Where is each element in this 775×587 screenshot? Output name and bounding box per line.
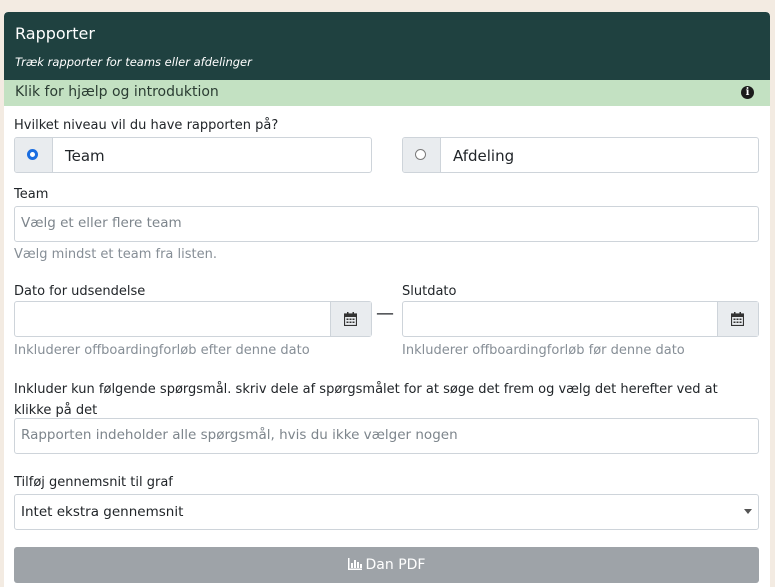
panel-header: Rapporter Træk rapporter for teams eller… <box>4 12 770 80</box>
help-toggle[interactable]: Klik for hjælp og introduktion i <box>4 80 770 106</box>
chevron-down-icon <box>744 509 752 514</box>
start-date-label: Dato for udsendelse <box>14 284 146 299</box>
radio-addon <box>403 138 441 172</box>
calendar-icon <box>344 312 357 326</box>
create-pdf-label: Dan PDF <box>365 557 426 573</box>
date-separator: — <box>376 303 394 324</box>
team-select-input[interactable]: Vælg et eller flere team <box>14 206 759 242</box>
average-selected: Intet ekstra gennemsnit <box>21 504 184 520</box>
average-select[interactable]: Intet ekstra gennemsnit <box>14 494 759 530</box>
average-label: Tilføj gennemsnit til graf <box>14 475 173 490</box>
radio-team[interactable]: Team <box>14 137 372 173</box>
calendar-icon <box>731 312 744 326</box>
page-title: Rapporter <box>15 24 95 43</box>
end-date-label: Slutdato <box>402 284 457 299</box>
radio-team-input[interactable] <box>27 149 38 160</box>
radio-addon <box>15 138 53 172</box>
radio-team-label: Team <box>65 147 105 165</box>
questions-placeholder: Rapporten indeholder alle spørgsmål, hvi… <box>21 427 458 443</box>
level-question: Hvilket niveau vil du have rapporten på? <box>14 118 279 133</box>
questions-label: Inkluder kun følgende spørgsmål. skriv d… <box>14 382 718 418</box>
create-pdf-button[interactable]: Dan PDF <box>14 547 759 583</box>
radio-afdeling-label: Afdeling <box>453 147 515 165</box>
questions-input[interactable]: Rapporten indeholder alle spørgsmål, hvi… <box>14 418 759 454</box>
end-date-hint: Inkluderer offboardingforløb før denne d… <box>402 343 685 358</box>
team-placeholder: Vælg et eller flere team <box>21 215 182 231</box>
end-date-input[interactable] <box>402 301 759 337</box>
team-hint: Vælg mindst et team fra listen. <box>14 247 217 262</box>
info-icon[interactable]: i <box>741 86 754 99</box>
start-date-calendar-button[interactable] <box>330 302 371 336</box>
radio-afdeling[interactable]: Afdeling <box>402 137 759 173</box>
help-label: Klik for hjælp og introduktion <box>15 84 219 100</box>
start-date-input[interactable] <box>14 301 372 337</box>
end-date-calendar-button[interactable] <box>717 302 758 336</box>
page-subtitle: Træk rapporter for teams eller afdelinge… <box>15 55 252 69</box>
team-label: Team <box>14 187 49 202</box>
radio-afdeling-input[interactable] <box>415 149 426 160</box>
start-date-hint: Inkluderer offboardingforløb efter denne… <box>14 343 310 358</box>
bar-chart-icon <box>347 558 362 570</box>
